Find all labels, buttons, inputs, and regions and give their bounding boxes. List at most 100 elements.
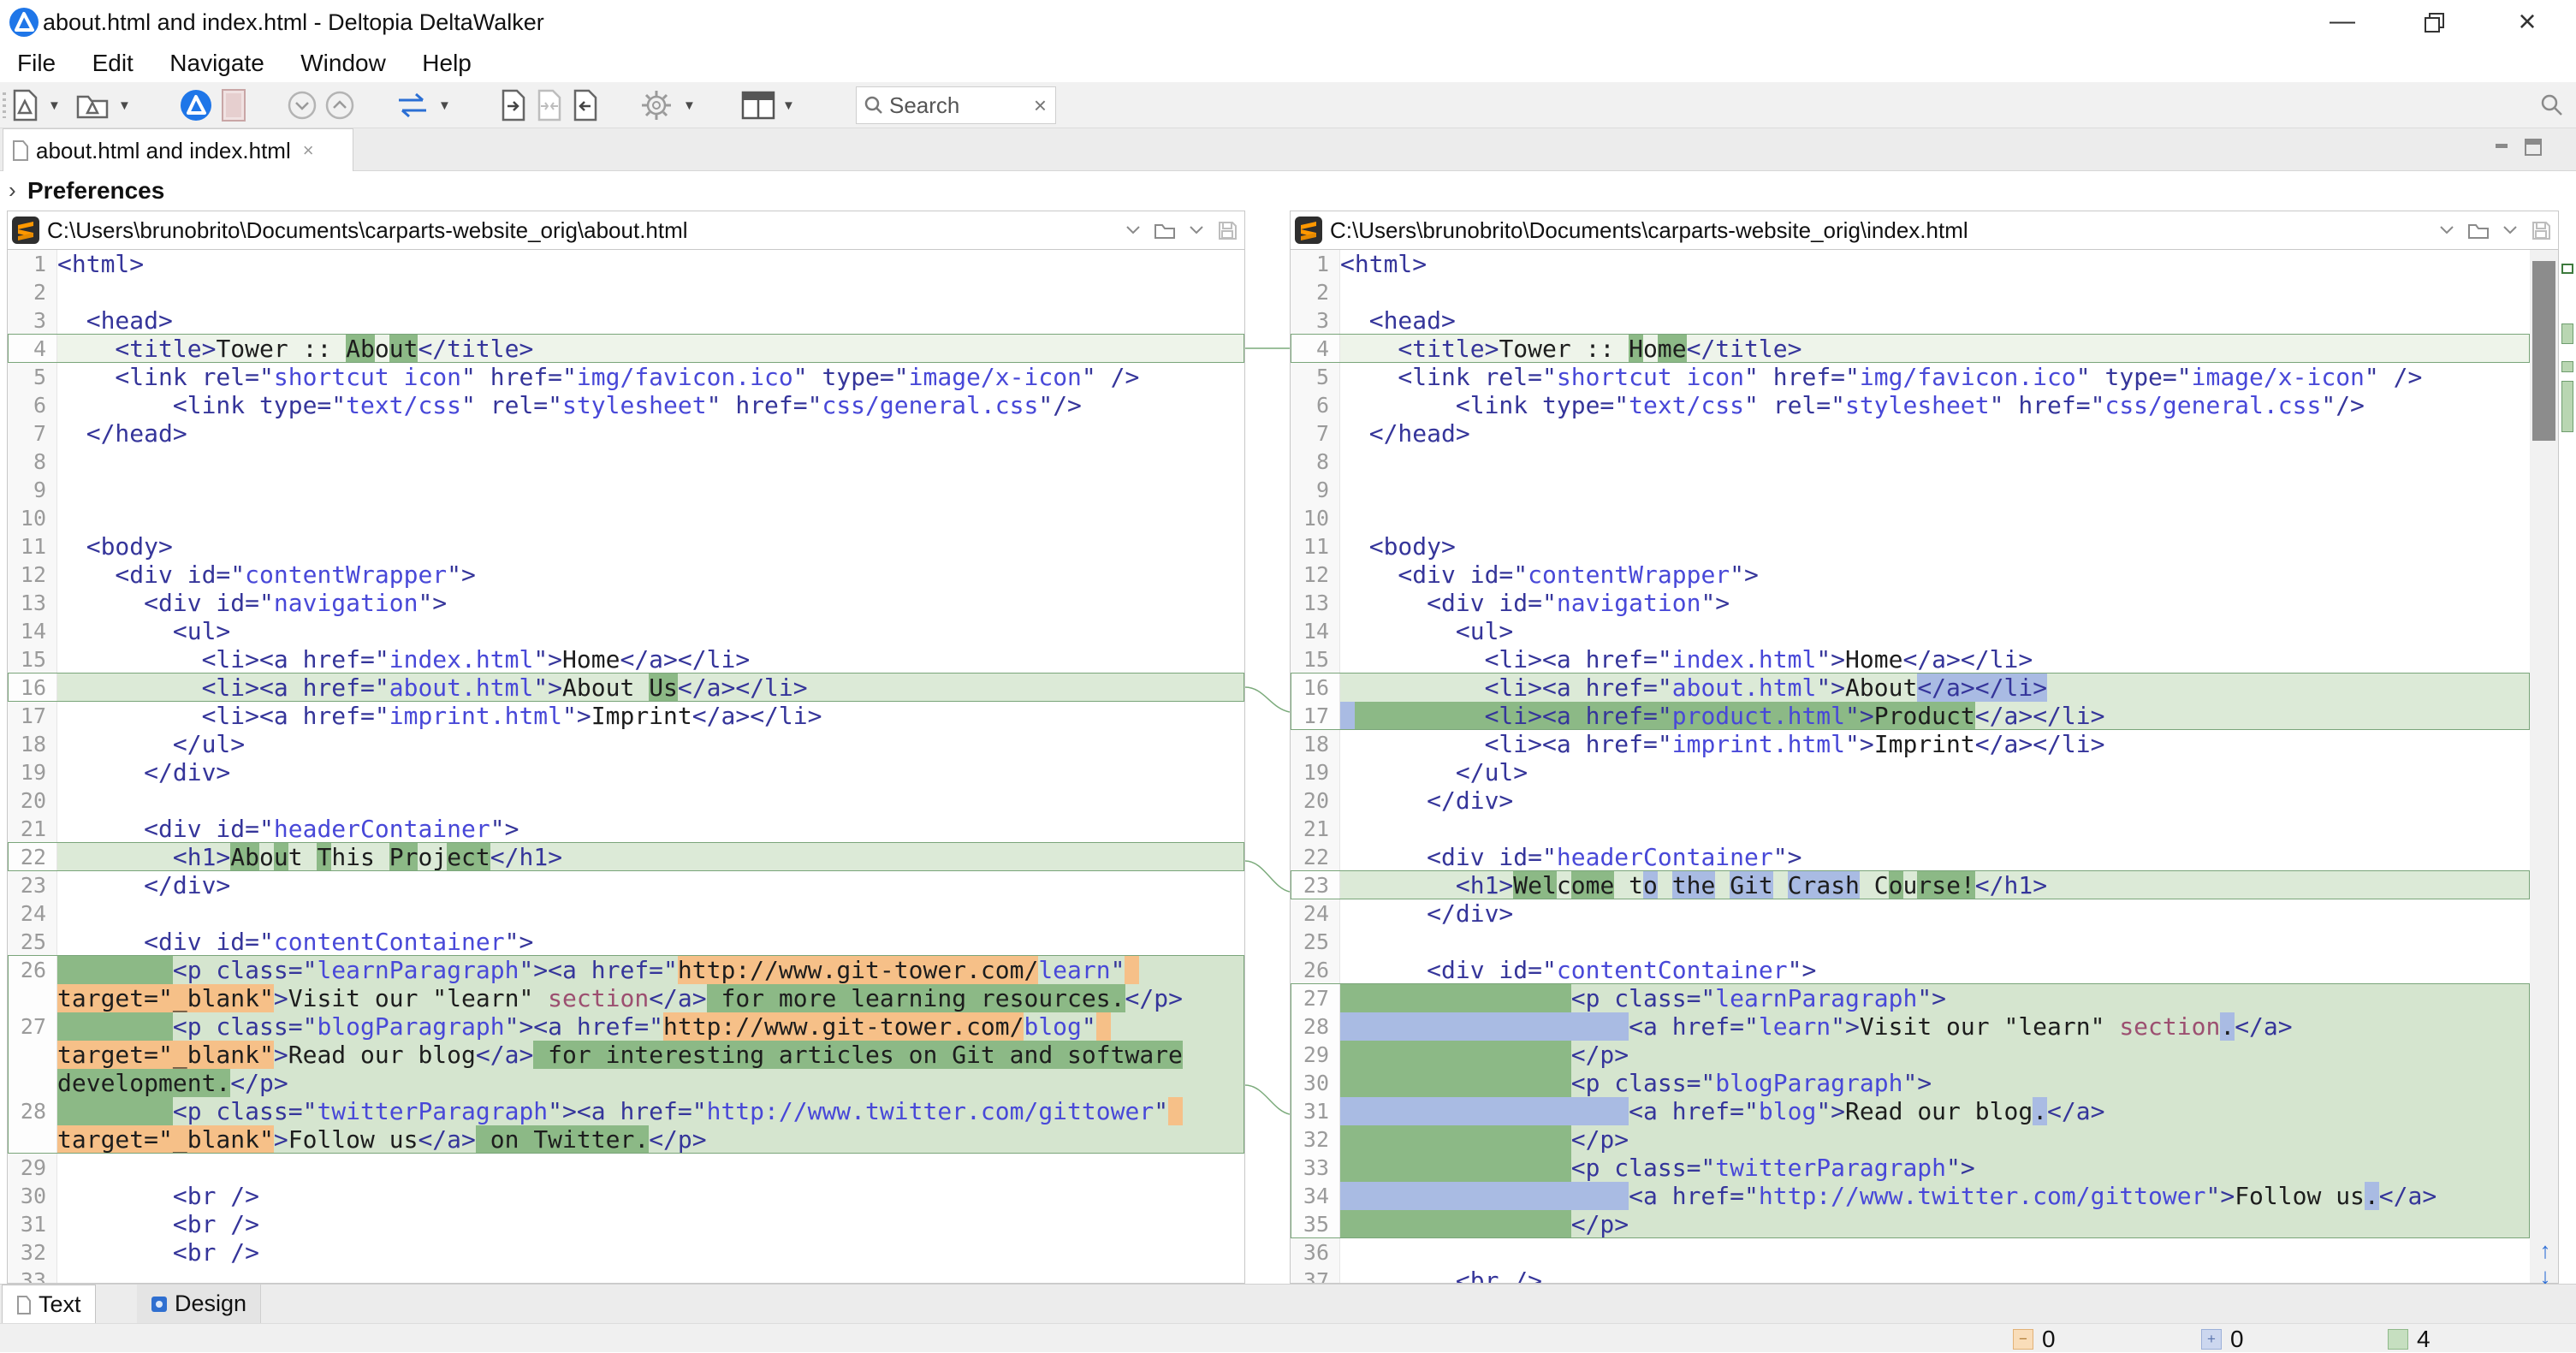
code-text[interactable]: <a href="http://www.twitter.com/gittower… xyxy=(1340,1182,2530,1210)
prev-diff-button[interactable] xyxy=(325,88,354,122)
code-text[interactable]: <link rel="shortcut icon" href="img/favi… xyxy=(1340,363,2530,391)
code-line[interactable]: 21 xyxy=(1291,815,2530,843)
code-text[interactable]: <link type="text/css" rel="stylesheet" h… xyxy=(1340,391,2530,419)
code-text[interactable]: </ul> xyxy=(57,730,1244,758)
code-line[interactable]: development.</p> xyxy=(8,1069,1244,1097)
code-text[interactable] xyxy=(1340,504,2530,532)
code-text[interactable]: <div id="navigation"> xyxy=(57,589,1244,617)
layout-button[interactable] xyxy=(741,88,775,122)
code-line[interactable]: 11 <body> xyxy=(8,532,1244,561)
compare-folders-caret[interactable]: ▼ xyxy=(118,88,131,122)
code-text[interactable]: <div id="contentWrapper"> xyxy=(1340,561,2530,589)
toolbar-search-button[interactable] xyxy=(2540,88,2564,122)
code-line[interactable]: 22 <div id="headerContainer"> xyxy=(1291,843,2530,871)
code-line[interactable]: 27 <p class="blogParagraph"><a href="htt… xyxy=(8,1012,1244,1041)
code-line[interactable]: 13 <div id="navigation"> xyxy=(8,589,1244,617)
code-text[interactable]: <h1>About This Project</h1> xyxy=(57,843,1244,871)
collapse-arrow-icon[interactable]: › xyxy=(9,177,16,204)
code-text[interactable]: <p class="blogParagraph"><a href="http:/… xyxy=(57,1012,1244,1041)
code-line[interactable]: 16 <li><a href="about.html">About Us</a>… xyxy=(8,674,1244,702)
tab-design-view[interactable]: Design xyxy=(137,1285,261,1323)
next-diff-button[interactable] xyxy=(288,88,317,122)
code-text[interactable]: <li><a href="index.html">Home</a></li> xyxy=(1340,645,2530,674)
scroll-up-icon[interactable]: ↑ xyxy=(2530,1237,2561,1263)
swap-sides-caret[interactable]: ▼ xyxy=(438,88,451,122)
code-text[interactable]: <li><a href="product.html">Product</a></… xyxy=(1340,702,2530,730)
ruler-mark[interactable] xyxy=(2561,381,2573,432)
code-line[interactable]: 32 <br /> xyxy=(8,1238,1244,1267)
code-line[interactable]: 23 </div> xyxy=(8,871,1244,899)
code-text[interactable]: <a href="learn">Visit our "learn" sectio… xyxy=(1340,1012,2530,1041)
copy-left-button[interactable] xyxy=(572,88,599,122)
code-line[interactable]: 14 <ul> xyxy=(8,617,1244,645)
code-text[interactable]: <h1>Welcome to the Git Crash Course!</h1… xyxy=(1340,871,2530,899)
code-line[interactable]: 25 xyxy=(1291,928,2530,956)
code-text[interactable] xyxy=(1340,476,2530,504)
code-line[interactable]: 12 <div id="contentWrapper"> xyxy=(8,561,1244,589)
code-text[interactable]: </head> xyxy=(57,419,1244,448)
tab-close-icon[interactable]: × xyxy=(303,139,314,162)
code-text[interactable]: <li><a href="imprint.html">Imprint</a></… xyxy=(57,702,1244,730)
code-line[interactable]: 16 <li><a href="about.html">About</a></l… xyxy=(1291,674,2530,702)
code-line[interactable]: 30 <br /> xyxy=(8,1182,1244,1210)
code-line[interactable]: 34 <a href="http://www.twitter.com/gitto… xyxy=(1291,1182,2530,1210)
code-line[interactable]: 10 xyxy=(1291,504,2530,532)
code-text[interactable]: <div id="navigation"> xyxy=(1340,589,2530,617)
comparison-tab[interactable]: about.html and index.html × xyxy=(3,128,353,172)
restore-button[interactable] xyxy=(2396,0,2473,45)
code-text[interactable]: <br /> xyxy=(57,1182,1244,1210)
code-text[interactable]: <head> xyxy=(1340,306,2530,335)
layout-caret[interactable]: ▼ xyxy=(782,88,795,122)
code-line[interactable]: 33 xyxy=(8,1267,1244,1283)
search-clear-icon[interactable]: × xyxy=(1025,92,1055,119)
ruler-mark[interactable] xyxy=(2561,264,2573,274)
code-text[interactable]: <br /> xyxy=(57,1238,1244,1267)
code-text[interactable]: <p class="twitterParagraph"> xyxy=(1340,1154,2530,1182)
session-logo-button[interactable] xyxy=(180,88,212,122)
code-line[interactable]: 22 <h1>About This Project</h1> xyxy=(8,843,1244,871)
code-text[interactable] xyxy=(1340,448,2530,476)
code-text[interactable] xyxy=(57,1267,1244,1283)
code-line[interactable]: 7 </head> xyxy=(1291,419,2530,448)
code-text[interactable]: <link type="text/css" rel="stylesheet" h… xyxy=(57,391,1244,419)
overview-ruler[interactable] xyxy=(2561,250,2575,1284)
code-line[interactable]: 27 <p class="learnParagraph"> xyxy=(1291,984,2530,1012)
chevron-down-icon[interactable] xyxy=(1125,224,1142,236)
code-line[interactable]: 1<html> xyxy=(8,250,1244,278)
code-text[interactable] xyxy=(57,278,1244,306)
settings-button[interactable] xyxy=(640,88,673,122)
code-text[interactable]: <br /> xyxy=(57,1210,1244,1238)
code-line[interactable]: 25 <div id="contentContainer"> xyxy=(8,928,1244,956)
code-line[interactable]: 17 <li><a href="imprint.html">Imprint</a… xyxy=(8,702,1244,730)
code-text[interactable] xyxy=(1340,278,2530,306)
compare-files-button[interactable] xyxy=(10,88,39,122)
code-text[interactable]: <ul> xyxy=(1340,617,2530,645)
code-text[interactable]: <title>Tower :: Home</title> xyxy=(1340,335,2530,363)
code-text[interactable]: <a href="blog">Read our blog.</a> xyxy=(1340,1097,2530,1125)
code-text[interactable]: </head> xyxy=(1340,419,2530,448)
code-text[interactable] xyxy=(57,786,1244,815)
code-line[interactable]: 21 <div id="headerContainer"> xyxy=(8,815,1244,843)
code-text[interactable]: </ul> xyxy=(1340,758,2530,786)
code-text[interactable]: <p class="learnParagraph"><a href="http:… xyxy=(57,956,1244,984)
folder-icon[interactable] xyxy=(2467,221,2490,240)
code-text[interactable]: <div id="contentContainer"> xyxy=(57,928,1244,956)
code-text[interactable]: </p> xyxy=(1340,1210,2530,1238)
code-line[interactable]: 29 </p> xyxy=(1291,1041,2530,1069)
swap-sides-button[interactable] xyxy=(395,88,430,122)
code-text[interactable]: <link rel="shortcut icon" href="img/favi… xyxy=(57,363,1244,391)
code-line[interactable]: 19 </div> xyxy=(8,758,1244,786)
code-line[interactable]: 8 xyxy=(8,448,1244,476)
code-line[interactable]: 6 <link type="text/css" rel="stylesheet"… xyxy=(8,391,1244,419)
code-text[interactable]: target="_blank">Visit our "learn" sectio… xyxy=(57,984,1244,1012)
code-line[interactable]: 28 <p class="twitterParagraph"><a href="… xyxy=(8,1097,1244,1125)
code-line[interactable]: 11 <body> xyxy=(1291,532,2530,561)
code-text[interactable]: <li><a href="about.html">About</a></li> xyxy=(1340,674,2530,702)
code-line[interactable]: 15 <li><a href="index.html">Home</a></li… xyxy=(1291,645,2530,674)
code-line[interactable]: 20 </div> xyxy=(1291,786,2530,815)
code-text[interactable]: </p> xyxy=(1340,1041,2530,1069)
code-line[interactable]: 10 xyxy=(8,504,1244,532)
code-line[interactable]: 3 <head> xyxy=(8,306,1244,335)
search-input[interactable]: Search × xyxy=(856,86,1056,124)
code-line[interactable]: 33 <p class="twitterParagraph"> xyxy=(1291,1154,2530,1182)
